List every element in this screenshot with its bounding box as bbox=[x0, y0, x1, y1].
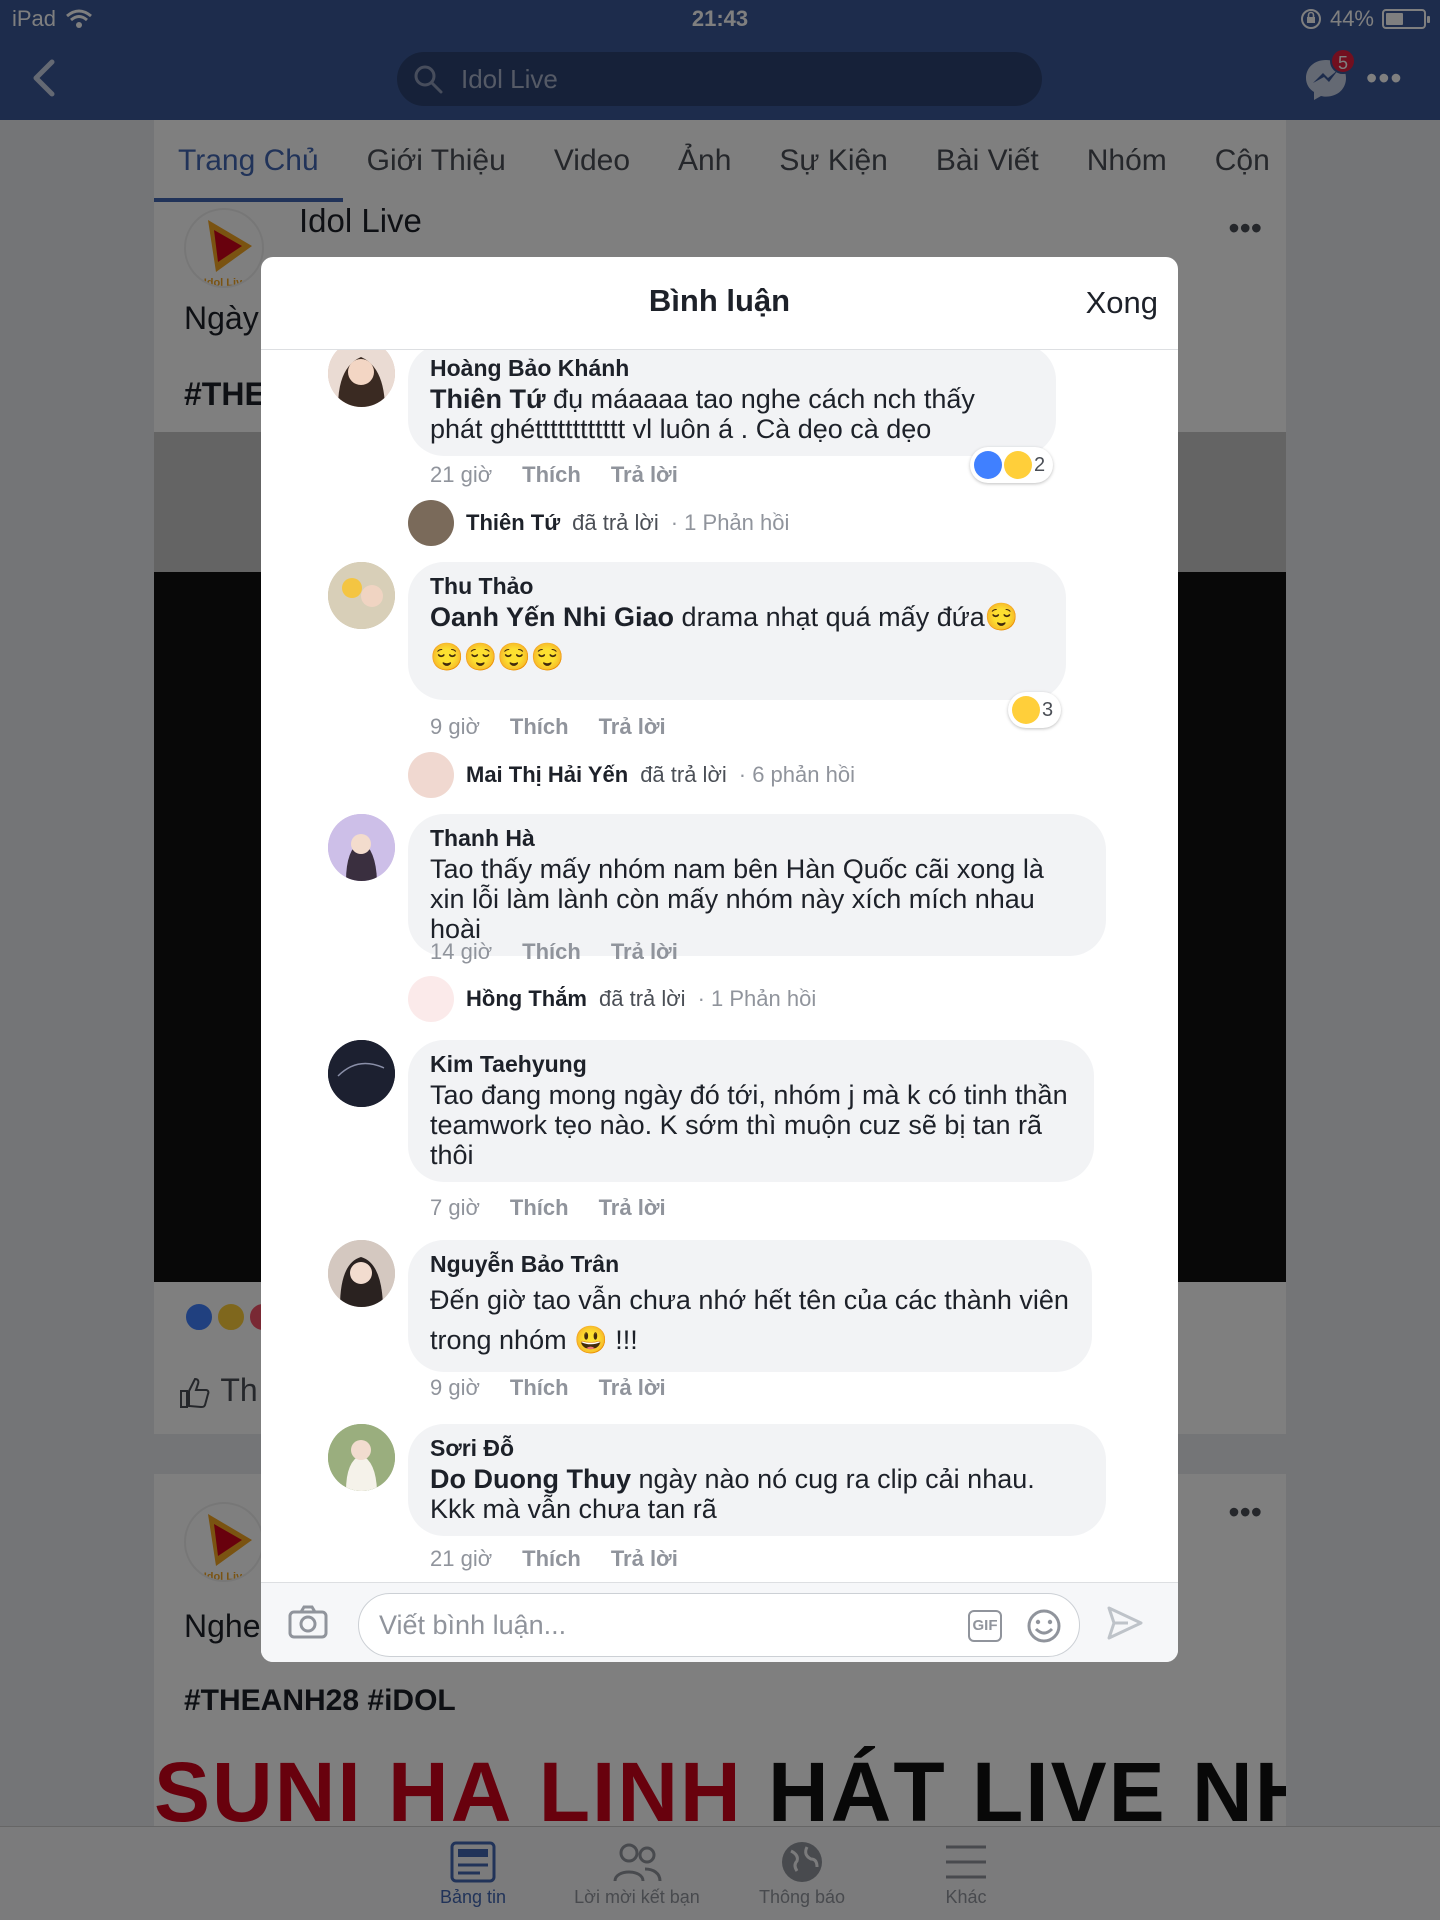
reply-summary[interactable]: Hồng Thắm đã trả lời · 1 Phản hồi bbox=[408, 976, 816, 1022]
comment-mention[interactable]: Oanh Yến Nhi Giao bbox=[430, 602, 674, 632]
comment-meta: 9 giờ Thích Trả lời bbox=[430, 714, 666, 740]
avatar bbox=[408, 752, 454, 798]
comment-bubble[interactable]: Kim Taehyung Tao đang mong ngày đó tới, … bbox=[408, 1040, 1094, 1182]
like-action[interactable]: Thích bbox=[522, 462, 581, 488]
comment-time: 21 giờ bbox=[430, 462, 493, 487]
like-action[interactable]: Thích bbox=[522, 1546, 581, 1572]
like-action[interactable]: Thích bbox=[510, 1375, 569, 1401]
comment-bubble[interactable]: Thanh Hà Tao thấy mấy nhóm nam bên Hàn Q… bbox=[408, 814, 1106, 956]
avatar bbox=[408, 976, 454, 1022]
reply-action[interactable]: Trả lời bbox=[611, 939, 678, 965]
reaction-chip[interactable]: 3 bbox=[1008, 692, 1062, 728]
reply-author: Mai Thị Hải Yến bbox=[466, 762, 629, 787]
comment-author[interactable]: Nguyễn Bảo Trân bbox=[430, 1250, 1070, 1278]
send-icon[interactable] bbox=[1106, 1605, 1144, 1641]
comment-text: drama nhạt quá mấy đứa😌 bbox=[674, 602, 1019, 632]
reply-action[interactable]: Trả lời bbox=[611, 462, 678, 488]
reaction-count: 3 bbox=[1042, 698, 1054, 721]
comment-author[interactable]: Thanh Hà bbox=[430, 824, 1084, 852]
comment-composer: GIF bbox=[261, 1582, 1178, 1662]
like-action[interactable]: Thích bbox=[522, 939, 581, 965]
comment-input[interactable] bbox=[379, 1604, 939, 1646]
comment-mention[interactable]: Do Duong Thuy bbox=[430, 1464, 631, 1494]
comment-author[interactable]: Kim Taehyung bbox=[430, 1050, 1072, 1078]
comment-meta: 14 giờ Thích Trả lời bbox=[430, 939, 678, 965]
avatar[interactable] bbox=[328, 350, 395, 407]
comment-meta: 7 giờ Thích Trả lời bbox=[430, 1195, 666, 1221]
reply-summary[interactable]: Thiên Tứ đã trả lời · 1 Phản hồi bbox=[408, 500, 789, 546]
reply-action[interactable]: Trả lời bbox=[599, 1195, 666, 1221]
comment-mention[interactable]: Thiên Tứ bbox=[430, 384, 546, 414]
modal-header: Bình luận Xong bbox=[261, 257, 1178, 350]
reply-action-text: đã trả lời bbox=[599, 986, 686, 1011]
gif-button[interactable]: GIF bbox=[968, 1610, 1002, 1642]
avatar bbox=[408, 500, 454, 546]
comment-time: 9 giờ bbox=[430, 1375, 480, 1400]
comment-meta: 21 giờ Thích Trả lời bbox=[430, 1546, 678, 1572]
reply-action[interactable]: Trả lời bbox=[611, 1546, 678, 1572]
reaction-count: 2 bbox=[1034, 453, 1046, 476]
reply-action[interactable]: Trả lời bbox=[599, 714, 666, 740]
avatar[interactable] bbox=[328, 1424, 395, 1491]
reply-author: Hồng Thắm bbox=[466, 986, 587, 1011]
comment-bubble[interactable]: Hoàng Bảo Khánh Thiên Tứ đụ máaaaa tao n… bbox=[408, 350, 1056, 456]
comment-bubble[interactable]: Sơri Đỗ Do Duong Thuy ngày nào nó cug ra… bbox=[408, 1424, 1106, 1536]
like-action[interactable]: Thích bbox=[510, 714, 569, 740]
done-button[interactable]: Xong bbox=[1086, 285, 1158, 321]
reply-author: Thiên Tứ bbox=[466, 510, 561, 535]
comment-bubble[interactable]: Thu Thảo Oanh Yến Nhi Giao drama nhạt qu… bbox=[408, 562, 1066, 700]
like-action[interactable]: Thích bbox=[510, 1195, 569, 1221]
reply-action-text: đã trả lời bbox=[572, 510, 659, 535]
comment-text: Tao thấy mấy nhóm nam bên Hàn Quốc cãi x… bbox=[430, 854, 1044, 944]
avatar[interactable] bbox=[328, 1040, 395, 1107]
reply-action-text: đã trả lời bbox=[640, 762, 727, 787]
reply-action[interactable]: Trả lời bbox=[599, 1375, 666, 1401]
comment-time: 7 giờ bbox=[430, 1195, 480, 1220]
haha-reaction-icon bbox=[1012, 696, 1040, 724]
like-reaction-icon bbox=[974, 451, 1002, 479]
reply-count: · 6 phản hồi bbox=[738, 762, 855, 787]
modal-title: Bình luận bbox=[648, 283, 791, 318]
comment-author[interactable]: Thu Thảo bbox=[430, 572, 1044, 600]
avatar[interactable] bbox=[328, 814, 395, 881]
avatar[interactable] bbox=[328, 562, 395, 629]
comments-modal: Bình luận Xong Hoàng Bảo Khánh Thiên Tứ … bbox=[261, 257, 1178, 1662]
comment-author[interactable]: Hoàng Bảo Khánh bbox=[430, 354, 1034, 382]
comments-list[interactable]: Hoàng Bảo Khánh Thiên Tứ đụ máaaaa tao n… bbox=[261, 350, 1178, 1582]
reply-count: · 1 Phản hồi bbox=[670, 510, 790, 535]
camera-icon[interactable] bbox=[288, 1605, 328, 1639]
comment-text: Tao đang mong ngày đó tới, nhóm j mà k c… bbox=[430, 1080, 1068, 1170]
haha-reaction-icon bbox=[1004, 451, 1032, 479]
comment-text: Đến giờ tao vẫn chưa nhớ hết tên của các… bbox=[430, 1285, 1069, 1355]
comment-meta: 9 giờ Thích Trả lời bbox=[430, 1375, 666, 1401]
comment-time: 14 giờ bbox=[430, 939, 493, 964]
reply-summary[interactable]: Mai Thị Hải Yến đã trả lời · 6 phản hồi bbox=[408, 752, 855, 798]
comment-emojis: 😌😌😌😌 bbox=[430, 642, 565, 672]
emoji-icon[interactable] bbox=[1026, 1608, 1062, 1644]
comment-bubble[interactable]: Nguyễn Bảo Trân Đến giờ tao vẫn chưa nhớ… bbox=[408, 1240, 1092, 1372]
reaction-chip[interactable]: 2 bbox=[970, 447, 1054, 483]
comment-time: 9 giờ bbox=[430, 714, 480, 739]
comment-meta: 21 giờ Thích Trả lời bbox=[430, 462, 678, 488]
comment-time: 21 giờ bbox=[430, 1546, 493, 1571]
comment-author[interactable]: Sơri Đỗ bbox=[430, 1434, 1084, 1462]
reply-count: · 1 Phản hồi bbox=[697, 986, 817, 1011]
avatar[interactable] bbox=[328, 1240, 395, 1307]
comment-input-wrapper: GIF bbox=[358, 1593, 1080, 1657]
